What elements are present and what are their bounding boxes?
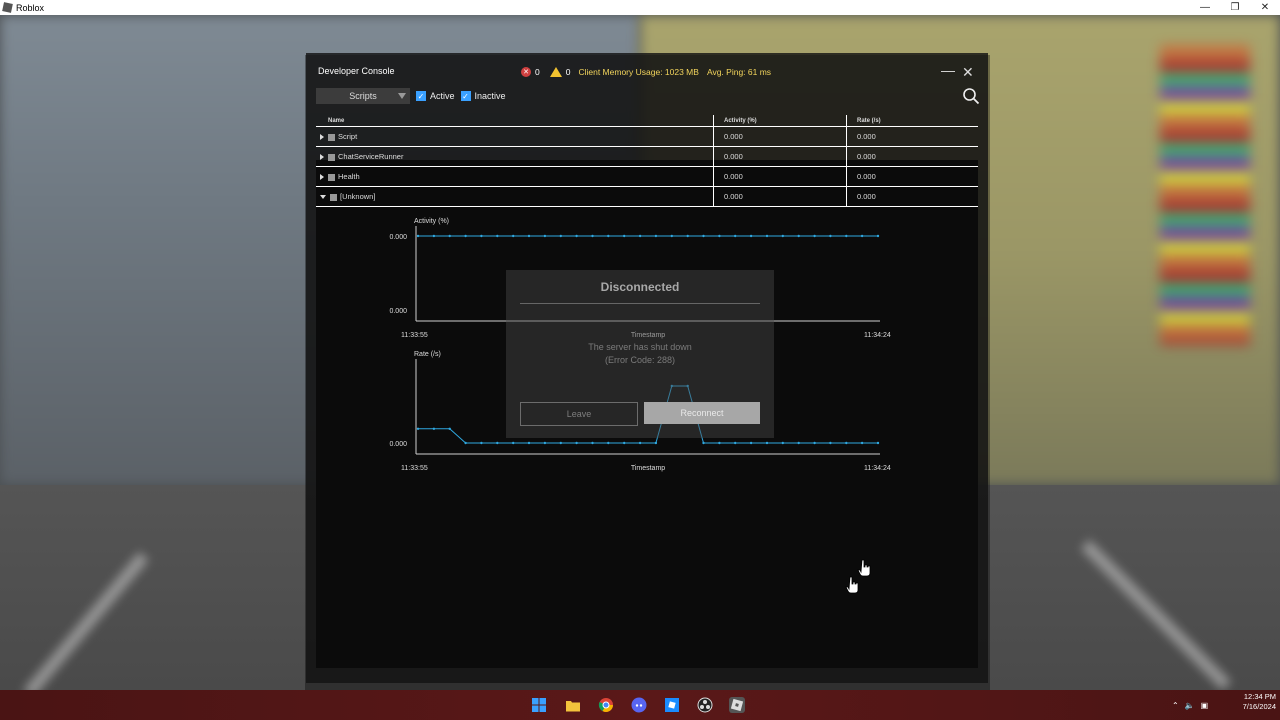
- column-header-rate[interactable]: Rate (/s): [846, 115, 978, 127]
- row-name: [Unknown]: [340, 192, 376, 201]
- expand-icon[interactable]: [320, 134, 324, 141]
- table-header-row: Name Activity (%) Rate (/s): [316, 115, 978, 127]
- warning-icon[interactable]: [549, 67, 562, 77]
- close-console-icon[interactable]: ✕: [962, 64, 974, 81]
- dialog-title: Disconnected: [600, 280, 680, 294]
- obs-icon[interactable]: [697, 697, 713, 713]
- console-title: Developer Console: [318, 66, 395, 76]
- script-icon: [328, 133, 335, 141]
- disconnected-dialog: Disconnected The server has shut down (E…: [506, 270, 774, 438]
- leave-button[interactable]: Leave: [520, 402, 638, 426]
- roblox-icon[interactable]: [729, 697, 745, 713]
- dialog-message-line: The server has shut down: [588, 342, 692, 352]
- expand-icon[interactable]: [320, 174, 324, 181]
- clock-date: 7/16/2024: [1242, 702, 1276, 711]
- console-stats: ✕ 0 0 Client Memory Usage: 1023 MB Avg. …: [521, 67, 771, 77]
- roblox-studio-icon[interactable]: [664, 697, 680, 713]
- table-row[interactable]: [Unknown] 0.000 0.000: [316, 186, 978, 207]
- chevron-down-icon: [398, 93, 406, 99]
- row-rate: 0.000: [846, 166, 978, 187]
- table-row[interactable]: Health 0.000 0.000: [316, 166, 978, 187]
- expand-icon[interactable]: [320, 154, 324, 161]
- restore-window-icon[interactable]: ❐: [1220, 0, 1250, 15]
- clock[interactable]: 12:34 PM 7/16/2024: [1243, 692, 1276, 712]
- row-rate: 0.000: [846, 126, 978, 147]
- table-row[interactable]: Script 0.000 0.000: [316, 126, 978, 147]
- file-explorer-icon[interactable]: [565, 697, 581, 713]
- inactive-filter-checkbox[interactable]: ✓: [460, 91, 471, 101]
- row-activity: 0.000: [713, 126, 847, 147]
- row-rate: 0.000: [846, 186, 978, 207]
- hand-cursor-icon: [857, 559, 871, 577]
- row-activity: 0.000: [713, 146, 847, 167]
- row-activity: 0.000: [713, 186, 847, 207]
- row-name: Health: [338, 172, 360, 181]
- row-rate: 0.000: [846, 146, 978, 167]
- dialog-message: The server has shut down (Error Code: 28…: [506, 341, 774, 367]
- column-header-activity[interactable]: Activity (%): [713, 115, 847, 127]
- minimize-console-icon[interactable]: —: [941, 62, 955, 78]
- script-icon: [328, 173, 335, 181]
- script-icon: [328, 153, 335, 161]
- chrome-icon[interactable]: [598, 697, 614, 713]
- reconnect-button[interactable]: Reconnect: [644, 402, 760, 424]
- chevron-up-icon[interactable]: ⌃: [1172, 701, 1179, 710]
- inactive-filter-label: Inactive: [474, 91, 506, 101]
- warning-count: 0: [565, 67, 571, 77]
- dialog-divider: [520, 303, 760, 304]
- discord-icon[interactable]: [631, 697, 647, 713]
- row-name: Script: [338, 132, 358, 141]
- close-window-icon[interactable]: ✕: [1250, 0, 1280, 15]
- network-icon[interactable]: ▣: [1201, 701, 1209, 710]
- scene-shelf: [1160, 45, 1250, 345]
- system-tray: ⌃ 🔈 ▣: [1172, 701, 1208, 710]
- script-icon: [330, 193, 337, 201]
- collapse-icon[interactable]: [320, 195, 326, 200]
- error-icon[interactable]: ✕: [521, 67, 531, 77]
- search-icon[interactable]: [962, 87, 980, 105]
- row-activity: 0.000: [713, 166, 847, 187]
- memory-usage: Client Memory Usage: 1023 MB: [578, 67, 699, 77]
- view-select-value: Scripts: [349, 91, 377, 101]
- minimize-window-icon[interactable]: —: [1190, 0, 1220, 15]
- clock-time: 12:34 PM: [1243, 692, 1276, 701]
- window-title: Roblox: [16, 2, 45, 13]
- window-title-bar: Roblox — ❐ ✕: [0, 0, 1280, 15]
- scripts-table: Name Activity (%) Rate (/s) Script 0.000…: [316, 115, 978, 207]
- error-count: 0: [535, 67, 540, 77]
- table-row[interactable]: ChatServiceRunner 0.000 0.000: [316, 146, 978, 167]
- column-header-name[interactable]: Name: [316, 115, 714, 127]
- roblox-app-icon: [2, 2, 13, 13]
- row-name: ChatServiceRunner: [338, 152, 404, 161]
- active-filter-label: Active: [430, 91, 455, 101]
- windows-start-icon[interactable]: [531, 697, 547, 713]
- hand-cursor-icon: [845, 576, 859, 594]
- active-filter-checkbox[interactable]: ✓: [416, 91, 426, 101]
- avg-ping: Avg. Ping: 61 ms: [706, 67, 772, 77]
- view-select-dropdown[interactable]: Scripts: [316, 88, 410, 104]
- volume-icon[interactable]: 🔈: [1185, 701, 1195, 710]
- dialog-error-code: (Error Code: 288): [604, 355, 676, 365]
